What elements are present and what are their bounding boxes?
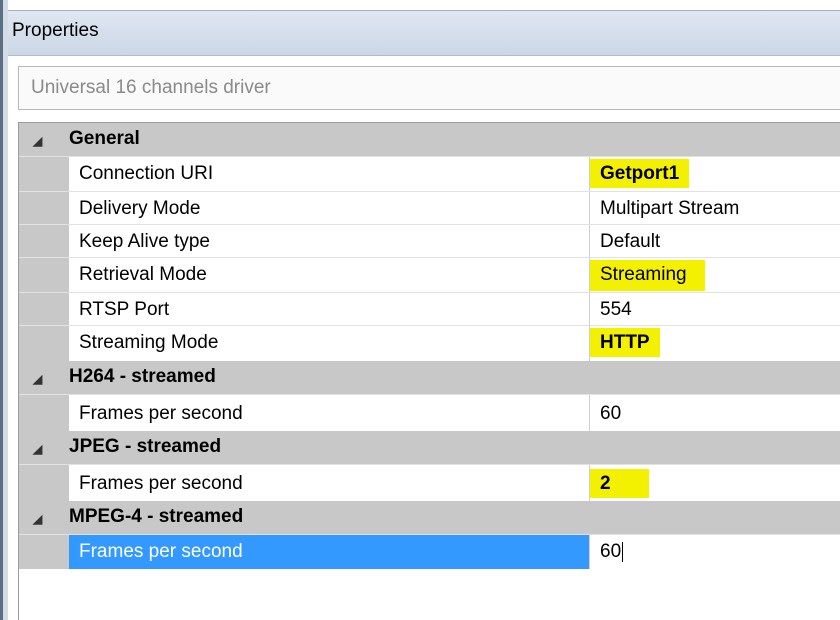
property-value-field[interactable]: Default xyxy=(590,225,840,257)
category-title: General xyxy=(69,128,140,149)
property-row-retrieval-mode[interactable]: Retrieval Mode Streaming xyxy=(19,257,840,292)
window-edge-inner xyxy=(3,0,8,620)
property-value: 2 xyxy=(590,469,649,498)
property-row-h264-fps[interactable]: Frames per second 60 xyxy=(19,394,840,431)
property-name: RTSP Port xyxy=(79,299,170,320)
property-row-mpeg4-fps[interactable]: Frames per second 60 xyxy=(19,534,840,569)
property-value-field[interactable]: 2 xyxy=(590,465,840,501)
property-value-field[interactable]: Getport1 xyxy=(590,157,840,191)
property-value-field[interactable]: Streaming xyxy=(590,258,840,292)
property-value: 554 xyxy=(600,299,632,320)
property-name: Frames per second xyxy=(79,473,243,494)
property-name: Connection URI xyxy=(79,163,214,184)
property-value: HTTP xyxy=(590,328,660,357)
property-value: 60 xyxy=(600,541,622,562)
collapse-triangle-icon[interactable]: ◢ xyxy=(33,134,42,148)
property-row-connection-uri[interactable]: Connection URI Getport1 xyxy=(19,156,840,191)
property-value-field[interactable]: Multipart Stream xyxy=(590,192,840,224)
category-mpeg4-streamed[interactable]: ◢ MPEG-4 - streamed xyxy=(19,501,840,534)
panel-title: Properties xyxy=(12,20,99,41)
category-h264-streamed[interactable]: ◢ H264 - streamed xyxy=(19,361,840,394)
row-gutter xyxy=(19,465,69,501)
property-value-field[interactable]: 554 xyxy=(590,293,840,325)
category-jpeg-streamed[interactable]: ◢ JPEG - streamed xyxy=(19,431,840,464)
property-name: Streaming Mode xyxy=(79,332,219,353)
property-name: Delivery Mode xyxy=(79,198,201,219)
row-gutter xyxy=(19,258,69,292)
property-name: Retrieval Mode xyxy=(79,264,207,285)
property-name: Keep Alive type xyxy=(79,231,210,252)
property-value-input[interactable]: 60 xyxy=(590,535,840,569)
property-grid: ◢ General Connection URI Getport1 Delive… xyxy=(18,122,840,620)
property-value: Multipart Stream xyxy=(600,198,740,219)
row-gutter xyxy=(19,395,69,431)
row-gutter xyxy=(19,293,69,325)
object-selector-value: Universal 16 channels driver xyxy=(31,77,271,98)
object-selector-dropdown[interactable]: Universal 16 channels driver xyxy=(18,66,840,110)
category-general[interactable]: ◢ General xyxy=(19,123,840,156)
property-row-keep-alive-type[interactable]: Keep Alive type Default xyxy=(19,224,840,257)
collapse-triangle-icon[interactable]: ◢ xyxy=(33,512,42,526)
property-name: Frames per second xyxy=(69,535,589,569)
category-title: JPEG - streamed xyxy=(69,436,222,457)
properties-titlebar: Properties xyxy=(8,10,840,56)
property-value: Default xyxy=(600,231,661,252)
collapse-triangle-icon[interactable]: ◢ xyxy=(33,442,42,456)
property-row-streaming-mode[interactable]: Streaming Mode HTTP xyxy=(19,325,840,361)
property-value: Streaming xyxy=(590,260,705,291)
category-title: MPEG-4 - streamed xyxy=(69,506,244,527)
property-value: Getport1 xyxy=(590,159,690,188)
row-gutter xyxy=(19,535,69,569)
row-gutter xyxy=(19,225,69,257)
property-row-jpeg-fps[interactable]: Frames per second 2 xyxy=(19,464,840,501)
property-row-delivery-mode[interactable]: Delivery Mode Multipart Stream xyxy=(19,191,840,224)
property-value-field[interactable]: HTTP xyxy=(590,326,840,361)
row-gutter xyxy=(19,157,69,191)
property-value: 60 xyxy=(600,403,622,424)
row-gutter xyxy=(19,192,69,224)
property-name: Frames per second xyxy=(79,403,243,424)
category-title: H264 - streamed xyxy=(69,366,216,387)
collapse-triangle-icon[interactable]: ◢ xyxy=(33,372,42,386)
property-value-field[interactable]: 60 xyxy=(590,395,840,431)
property-row-rtsp-port[interactable]: RTSP Port 554 xyxy=(19,292,840,325)
row-gutter xyxy=(19,326,69,361)
text-caret xyxy=(622,541,624,562)
